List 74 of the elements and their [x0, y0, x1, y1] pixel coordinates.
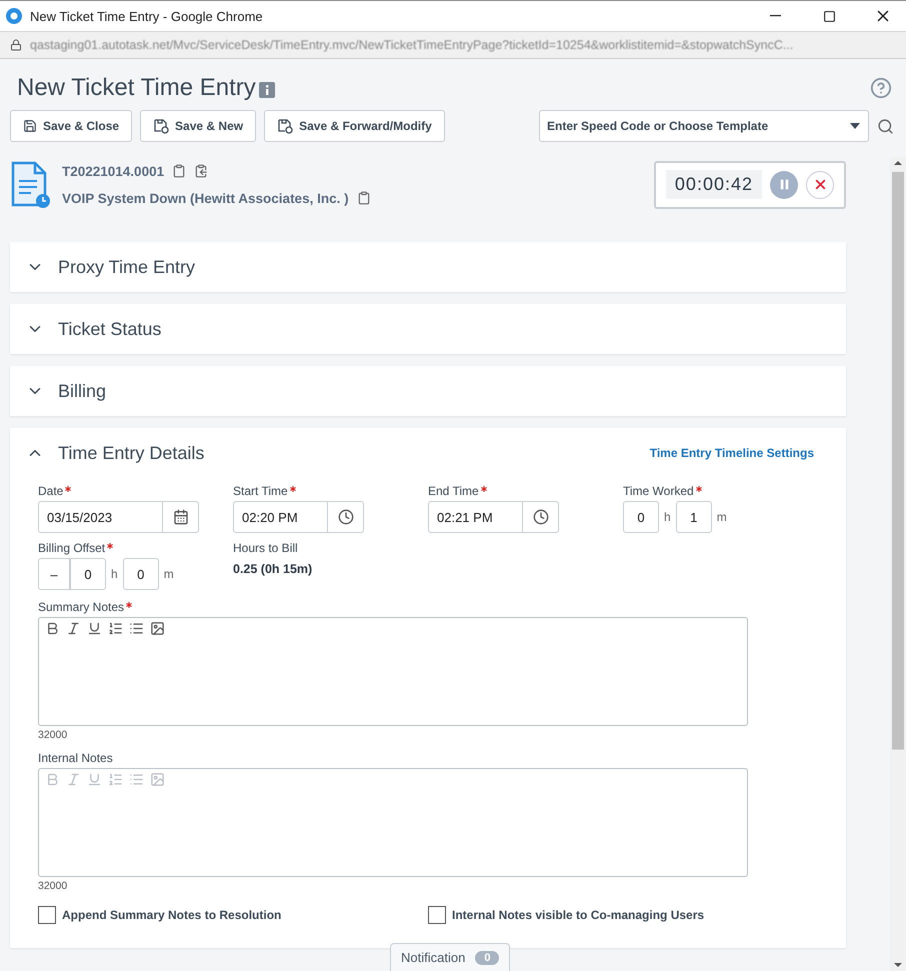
image-icon[interactable]	[150, 621, 165, 636]
address-url: qastaging01.autotask.net/Mvc/ServiceDesk/TimeEntry.mvc/NewTicketTimeEntryPage?ticketId=10254&worklistitemid=&stopwatchSyncC...	[30, 38, 794, 52]
date-field[interactable]: 03/15/2023	[38, 501, 163, 533]
minutes-unit: m	[716, 510, 727, 524]
page-title: New Ticket Time Entry	[17, 74, 256, 102]
save-button[interactable]: Save & Close	[10, 110, 132, 142]
ticket-title: VOIP System Down (Hewitt Associates, Inc. )	[62, 190, 349, 206]
field-label: Hours to Bill	[233, 541, 298, 555]
lock-icon	[10, 39, 22, 51]
section-title[interactable]: Ticket Status	[58, 318, 162, 340]
clock-icon	[532, 509, 548, 525]
timer-display: 00:00:42	[666, 170, 762, 199]
calendar-icon	[172, 509, 188, 525]
dropdown-caret-icon	[850, 123, 860, 129]
numbered-list-icon[interactable]	[108, 621, 123, 636]
notes-label: Internal Notes	[38, 751, 113, 765]
timeline-settings-link[interactable]: Time Entry Timeline Settings	[650, 446, 814, 460]
hours-unit: h	[664, 510, 671, 524]
italic-icon[interactable]	[66, 621, 81, 636]
save-plus-icon	[153, 118, 170, 134]
notification-tab[interactable]: Notification 0	[390, 943, 510, 971]
save-button[interactable]: Save & New	[140, 110, 256, 142]
section-title[interactable]: Billing	[58, 380, 106, 402]
clock-icon	[338, 509, 354, 525]
save-icon	[23, 119, 37, 133]
section-title[interactable]: Time Entry Details	[58, 442, 204, 464]
ticket-document-icon	[10, 160, 52, 208]
calendar-button[interactable]	[163, 501, 199, 533]
checkbox-label: Internal Notes visible to Co-managing Users	[452, 908, 704, 922]
clock-button[interactable]	[328, 501, 364, 533]
minutes-field[interactable]: 1	[676, 501, 712, 533]
bullet-list-icon[interactable]	[129, 621, 144, 636]
underline-icon[interactable]	[87, 621, 102, 636]
hours-field[interactable]: 0	[623, 501, 659, 533]
pause-icon	[778, 178, 790, 191]
minutes-field[interactable]: 0	[122, 558, 159, 590]
sign-button[interactable]: –	[38, 558, 70, 590]
minutes-unit: m	[164, 567, 174, 581]
copy-link-icon[interactable]	[194, 164, 208, 178]
info-icon[interactable]	[258, 82, 275, 98]
field-label: Start Time	[233, 484, 288, 498]
save-plus-icon	[277, 118, 294, 134]
cancel-button[interactable]	[806, 170, 834, 198]
window-title: New Ticket Time Entry - Google Chrome	[30, 8, 264, 24]
hours-field[interactable]: 0	[70, 558, 106, 590]
search-icon[interactable]	[877, 118, 894, 134]
field-value: 0.25 (0h 15m)	[233, 561, 314, 576]
clock-button[interactable]	[523, 501, 559, 533]
character-counter: 32000	[38, 729, 68, 741]
scrollbar[interactable]	[890, 157, 906, 971]
browser-logo-icon	[6, 8, 22, 24]
copy-icon[interactable]	[356, 191, 371, 205]
save-button[interactable]: Save & Forward/Modify	[264, 110, 445, 142]
bold-icon[interactable]	[45, 621, 60, 636]
checkbox-label: Append Summary Notes to Resolution	[62, 908, 282, 922]
checkbox[interactable]	[428, 906, 446, 924]
checkbox[interactable]	[38, 906, 56, 924]
help-icon[interactable]	[870, 77, 892, 99]
character-counter: 32000	[38, 880, 68, 892]
notification-count: 0	[475, 950, 500, 964]
template-select[interactable]: Enter Speed Code or Choose Template	[539, 110, 869, 142]
field-label: End Time	[428, 484, 479, 498]
ticket-number: T20221014.0001	[62, 164, 164, 178]
notes-label: Summary Notes	[38, 600, 124, 614]
copy-icon[interactable]	[172, 164, 186, 178]
hours-unit: h	[111, 567, 118, 581]
field-label: Billing Offset	[38, 541, 106, 555]
time-field[interactable]: 02:20 PM	[233, 501, 328, 533]
maximize-icon	[822, 10, 836, 22]
minimize-icon	[770, 15, 780, 17]
time-field[interactable]: 02:21 PM	[428, 501, 523, 533]
section-title[interactable]: Proxy Time Entry	[58, 256, 196, 278]
field-label: Date	[38, 484, 64, 498]
field-label: Time Worked	[623, 484, 694, 498]
